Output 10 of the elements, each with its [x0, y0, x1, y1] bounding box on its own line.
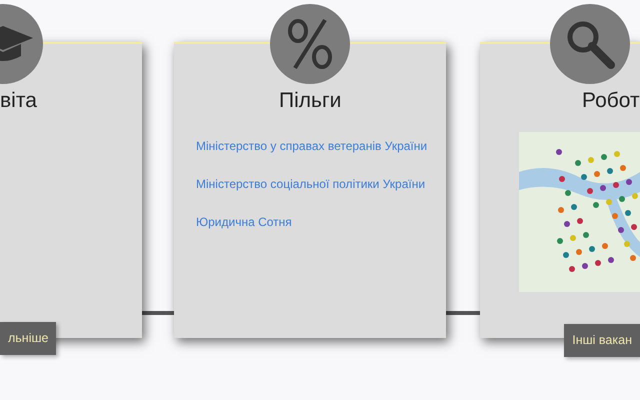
card-title: віта	[0, 90, 37, 111]
more-button[interactable]: льніше	[0, 322, 56, 355]
link[interactable]: Юридична Сотня	[196, 213, 292, 231]
search-icon	[565, 19, 615, 69]
card-title: Робот	[582, 90, 640, 111]
link[interactable]: Міністерство соціальної політики України	[196, 175, 426, 193]
more-button[interactable]: Інші вакан	[564, 324, 640, 357]
card-title: Пільги	[279, 90, 342, 111]
percent-icon	[287, 18, 333, 70]
link[interactable]: Міністерство у справах ветеранів України	[196, 137, 428, 155]
